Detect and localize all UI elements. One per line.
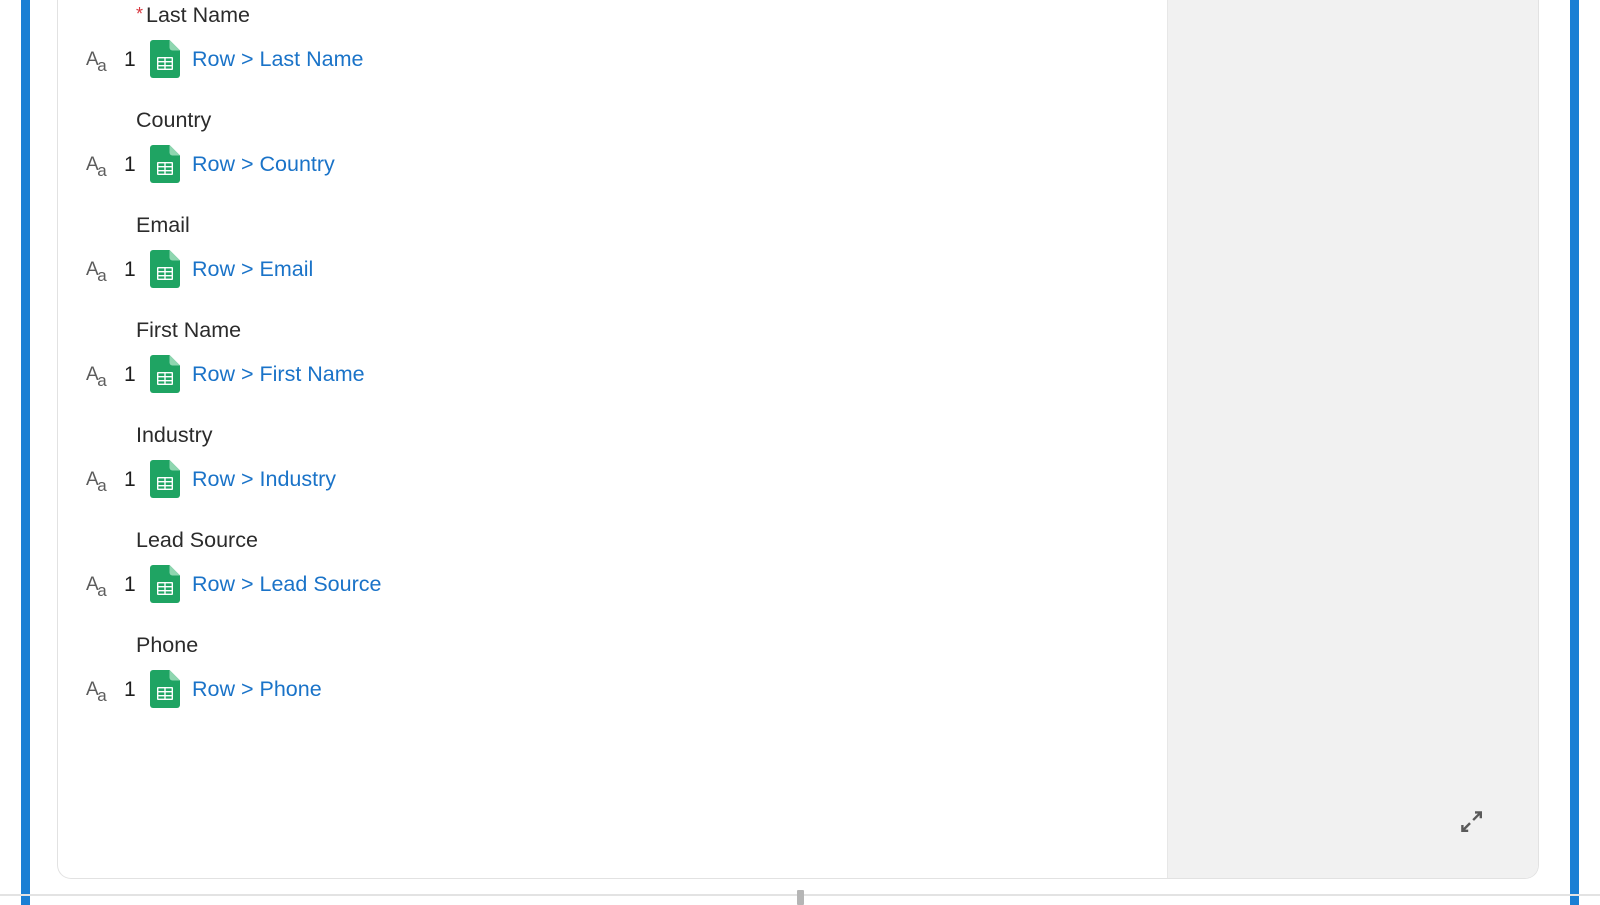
field-label: Email [136,211,1168,239]
field-label: * Last Name [136,0,1168,29]
mapping-count: 1 [124,572,136,596]
google-sheets-icon [150,460,180,498]
google-sheets-icon [150,145,180,183]
mapping-count: 1 [124,677,136,701]
text-type-icon: Aa [86,260,124,284]
text-type-icon: Aa [86,50,124,74]
field-group: Phone Aa 1 Row > Phone [58,631,1168,711]
panel-drag-handle[interactable] [797,890,804,905]
preview-side-pane [1167,0,1538,878]
text-type-icon-lower: a [97,265,107,285]
mapping-source-link[interactable]: Row > Industry [192,465,336,493]
mapping-count: 1 [124,152,136,176]
field-label: Phone [136,631,1168,659]
field-mapping-row: Aa 1 Row > Email [86,247,1168,291]
mapping-count: 1 [124,362,136,386]
field-label-text: Country [136,108,212,132]
expand-diagonal-icon[interactable] [1456,806,1486,836]
field-group: * Last Name Aa 1 Row > Last Name [58,0,1168,81]
field-label-text: Phone [136,633,199,657]
field-mapping-row: Aa 1 Row > First Name [86,352,1168,396]
field-label: Industry [136,421,1168,449]
field-mapping-row: Aa 1 Row > Last Name [86,37,1168,81]
field-group: Country Aa 1 Row > Country [58,106,1168,186]
google-sheets-icon [150,40,180,78]
google-sheets-icon [150,355,180,393]
field-label-text: Email [136,213,190,237]
field-group: Industry Aa 1 Row > Industry [58,421,1168,501]
field-mapping-list: * Last Name Aa 1 Row > Last Name Country Aa 1 Ro… [58,0,1168,711]
text-type-icon: Aa [86,155,124,179]
field-label: Lead Source [136,526,1168,554]
mapping-source-link[interactable]: Row > Email [192,255,313,283]
field-mapping-card: * Last Name Aa 1 Row > Last Name Country Aa 1 Ro… [57,0,1539,879]
text-type-icon: Aa [86,470,124,494]
text-type-icon-lower: a [97,580,107,600]
field-mapping-row: Aa 1 Row > Phone [86,667,1168,711]
google-sheets-icon [150,670,180,708]
mapping-count: 1 [124,47,136,71]
field-mapping-row: Aa 1 Row > Country [86,142,1168,186]
mapping-source-link[interactable]: Row > Lead Source [192,570,381,598]
text-type-icon-lower: a [97,475,107,495]
text-type-icon-lower: a [97,370,107,390]
google-sheets-icon [150,565,180,603]
text-type-icon-lower: a [97,160,107,180]
mapping-count: 1 [124,467,136,491]
field-group: Email Aa 1 Row > Email [58,211,1168,291]
app-root: * Last Name Aa 1 Row > Last Name Country Aa 1 Ro… [0,0,1600,905]
text-type-icon-lower: a [97,55,107,75]
text-type-icon: Aa [86,575,124,599]
field-group: Lead Source Aa 1 Row > Lead Source [58,526,1168,606]
mapping-source-link[interactable]: Row > First Name [192,360,365,388]
field-label-text: Lead Source [136,528,258,552]
field-label: First Name [136,316,1168,344]
field-label-text: Last Name [146,3,250,27]
field-label: Country [136,106,1168,134]
mapping-count: 1 [124,257,136,281]
right-accent-rail [1570,0,1579,905]
left-accent-rail [21,0,30,905]
field-group: First Name Aa 1 Row > First Name [58,316,1168,396]
mapping-source-link[interactable]: Row > Phone [192,675,322,703]
text-type-icon: Aa [86,365,124,389]
required-asterisk: * [136,4,144,24]
google-sheets-icon [150,250,180,288]
field-mapping-row: Aa 1 Row > Lead Source [86,562,1168,606]
text-type-icon: Aa [86,680,124,704]
field-label-text: First Name [136,318,242,342]
field-label-text: Industry [136,423,213,447]
text-type-icon-lower: a [97,685,107,705]
field-mapping-row: Aa 1 Row > Industry [86,457,1168,501]
mapping-source-link[interactable]: Row > Country [192,150,335,178]
mapping-source-link[interactable]: Row > Last Name [192,45,363,73]
